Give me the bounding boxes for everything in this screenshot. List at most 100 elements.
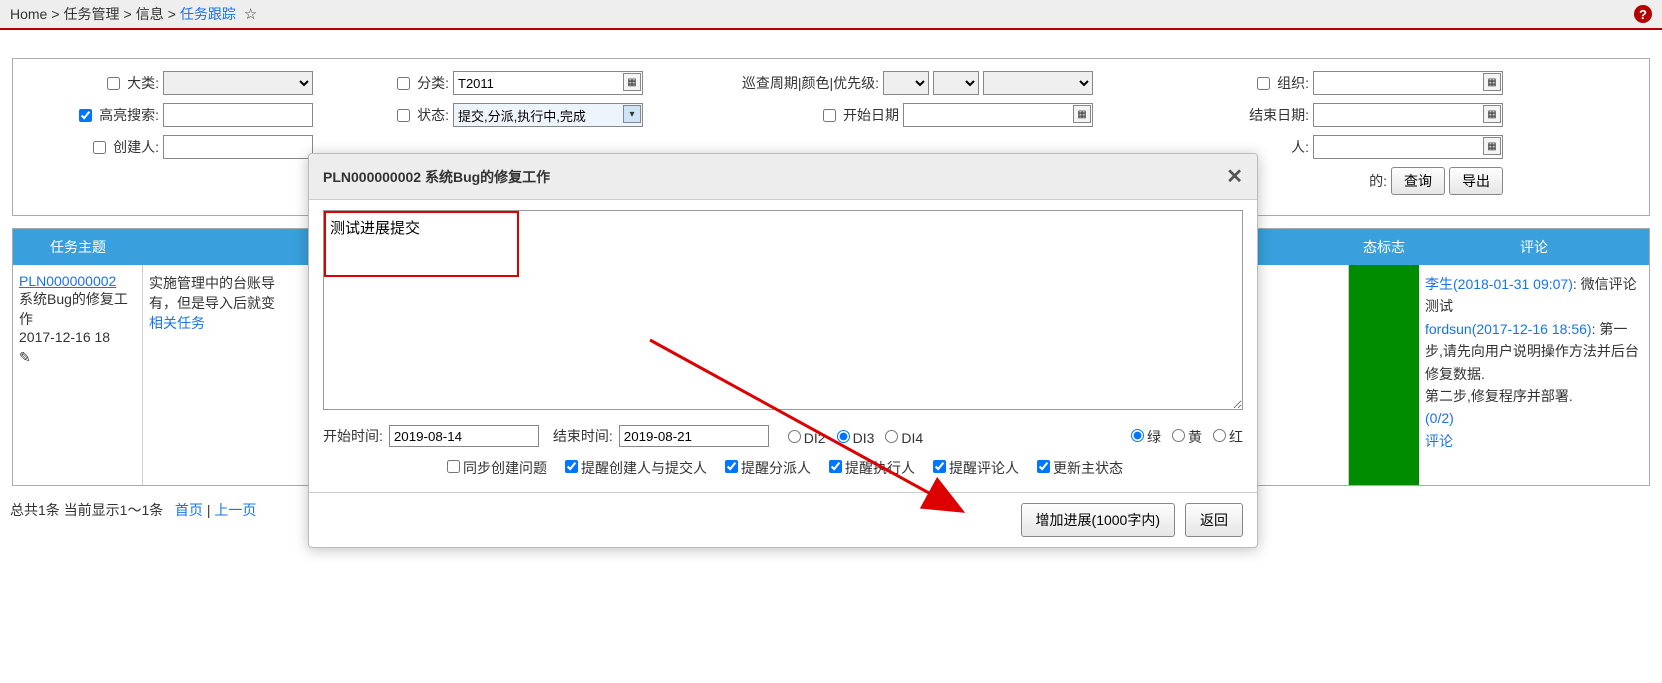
color-yellow-option[interactable]: 黄	[1167, 426, 1202, 447]
related-task-link[interactable]: 相关任务	[149, 315, 205, 331]
calendar-icon[interactable]: ▦	[1073, 105, 1091, 123]
start-time-label: 开始时间:	[323, 426, 383, 446]
crumb-sep: >	[124, 6, 132, 22]
comment-author-1[interactable]: 李生(2018-01-31 09:07)	[1425, 276, 1573, 292]
big-category-check[interactable]	[107, 77, 120, 90]
query-button[interactable]: 查询	[1391, 167, 1445, 195]
org-label: 组织:	[1253, 73, 1309, 93]
start-date-check[interactable]	[823, 109, 836, 122]
start-date-label: 开始日期	[819, 105, 899, 125]
cycle-select[interactable]	[883, 71, 929, 95]
breadcrumb: Home > 任务管理 > 信息 > 任务跟踪 ☆	[10, 4, 257, 24]
di3-option[interactable]: DI3	[832, 427, 875, 446]
calendar-icon[interactable]: ▦	[1483, 105, 1501, 123]
edit-pencil-icon[interactable]: ✎	[19, 349, 31, 366]
picker-icon[interactable]: ▦	[1483, 137, 1501, 155]
color-yellow-radio[interactable]	[1172, 429, 1185, 442]
end-time-label: 结束时间:	[553, 426, 613, 446]
end-date-input[interactable]	[1313, 103, 1503, 127]
pager-sep: |	[207, 502, 211, 518]
comment-text-3: 第二步,修复程序并部署.	[1425, 388, 1573, 404]
breadcrumb-bar: Home > 任务管理 > 信息 > 任务跟踪 ☆ ?	[0, 0, 1662, 30]
big-category-select[interactable]	[163, 71, 313, 95]
comment-link[interactable]: 评论	[1425, 433, 1453, 449]
end-time-input[interactable]	[619, 425, 769, 447]
big-category-label: 大类:	[103, 73, 159, 93]
creator-label: 创建人:	[89, 137, 159, 157]
status-label: 状态:	[393, 105, 449, 125]
org-input[interactable]	[1313, 71, 1503, 95]
dropdown-icon[interactable]: ▾	[623, 105, 641, 123]
start-time-input[interactable]	[389, 425, 539, 447]
color-select[interactable]	[933, 71, 979, 95]
update-main-status-check[interactable]	[1037, 460, 1050, 473]
crumb-l3-active[interactable]: 任务跟踪	[180, 4, 236, 24]
highlight-check[interactable]	[79, 109, 92, 122]
color-green-option[interactable]: 绿	[1126, 426, 1161, 447]
add-progress-button[interactable]: 增加进展(1000字内)	[1021, 503, 1175, 537]
dialog-title: PLN000000002 系统Bug的修复工作	[323, 167, 550, 187]
pager-first[interactable]: 首页	[175, 502, 203, 518]
back-button[interactable]: 返回	[1185, 503, 1243, 537]
task-number-link[interactable]: PLN000000002	[19, 273, 116, 289]
sync-issue-option[interactable]: 同步创建问题	[443, 457, 547, 478]
status-check[interactable]	[397, 109, 410, 122]
highlight-input[interactable]	[163, 103, 313, 127]
export-button[interactable]: 导出	[1449, 167, 1503, 195]
task-date: 2017-12-16 18	[19, 329, 110, 345]
di3-radio[interactable]	[837, 430, 850, 443]
mid-text-line1: 实施管理中的台账导	[149, 275, 275, 291]
th-comment: 评论	[1419, 229, 1649, 265]
th-status-flag: 态标志	[1349, 229, 1419, 265]
notify-assigner-option[interactable]: 提醒分派人	[721, 457, 811, 478]
status-input[interactable]	[453, 103, 643, 127]
priority-select[interactable]	[983, 71, 1093, 95]
creator-input[interactable]	[163, 135, 313, 159]
cell-status-flag	[1349, 265, 1419, 485]
notify-creator-check[interactable]	[565, 460, 578, 473]
help-icon[interactable]: ?	[1634, 5, 1652, 23]
task-title: 系统Bug的修复工作	[19, 291, 128, 327]
update-main-status-option[interactable]: 更新主状态	[1033, 457, 1123, 478]
crumb-l2[interactable]: 信息	[136, 4, 164, 24]
picker-icon[interactable]: ▦	[1483, 73, 1501, 91]
notify-commenter-check[interactable]	[933, 460, 946, 473]
progress-link[interactable]: (0/2)	[1425, 410, 1454, 426]
notify-executor-option[interactable]: 提醒执行人	[825, 457, 915, 478]
color-red-radio[interactable]	[1213, 429, 1226, 442]
notify-commenter-option[interactable]: 提醒评论人	[929, 457, 1019, 478]
close-icon[interactable]: ✕	[1226, 164, 1243, 189]
color-red-option[interactable]: 红	[1208, 426, 1243, 447]
th-subject: 任务主题	[13, 229, 143, 265]
category-input[interactable]	[453, 71, 643, 95]
notify-executor-check[interactable]	[829, 460, 842, 473]
org-check[interactable]	[1257, 77, 1270, 90]
crumb-home[interactable]: Home	[10, 6, 47, 22]
sync-issue-check[interactable]	[447, 460, 460, 473]
notify-creator-option[interactable]: 提醒创建人与提交人	[561, 457, 707, 478]
color-green-radio[interactable]	[1131, 429, 1144, 442]
di2-radio[interactable]	[788, 430, 801, 443]
dialog-row-checks: 同步创建问题 提醒创建人与提交人 提醒分派人 提醒执行人 提醒评论人 更新主状态	[323, 457, 1243, 478]
dialog-header: PLN000000002 系统Bug的修复工作 ✕	[309, 154, 1257, 200]
di4-radio[interactable]	[885, 430, 898, 443]
creator-check[interactable]	[93, 141, 106, 154]
progress-dialog: PLN000000002 系统Bug的修复工作 ✕ 开始时间: 结束时间: DI…	[308, 153, 1258, 548]
crumb-sep: >	[168, 6, 176, 22]
category-check[interactable]	[397, 77, 410, 90]
favorite-star-icon[interactable]: ☆	[244, 5, 257, 23]
start-date-input[interactable]	[903, 103, 1093, 127]
dialog-row-dates: 开始时间: 结束时间: DI2 DI3 DI4 绿 黄 红	[323, 425, 1243, 447]
person-input[interactable]	[1313, 135, 1503, 159]
cell-comment: 李生(2018-01-31 09:07): 微信评论测试 fordsun(201…	[1419, 265, 1649, 485]
crumb-l1[interactable]: 任务管理	[64, 4, 120, 24]
progress-textarea[interactable]	[323, 210, 1243, 410]
di4-option[interactable]: DI4	[880, 427, 923, 446]
comment-author-2[interactable]: fordsun(2017-12-16 18:56)	[1425, 321, 1592, 337]
pager-prev[interactable]: 上一页	[214, 502, 256, 518]
notify-assigner-check[interactable]	[725, 460, 738, 473]
dialog-body: 开始时间: 结束时间: DI2 DI3 DI4 绿 黄 红 同步创建问题 提醒创…	[309, 200, 1257, 492]
di2-option[interactable]: DI2	[783, 427, 826, 446]
category-label: 分类:	[393, 73, 449, 93]
picker-icon[interactable]: ▦	[623, 73, 641, 91]
